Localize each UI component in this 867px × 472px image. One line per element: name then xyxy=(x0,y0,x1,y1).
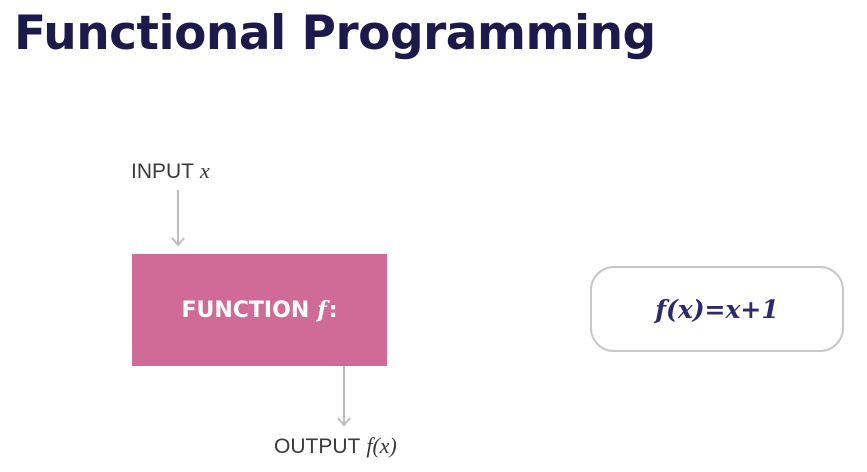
input-label: INPUT x xyxy=(131,158,210,184)
input-label-text: INPUT xyxy=(131,160,194,183)
output-variable: f(x) xyxy=(366,433,397,458)
function-box: FUNCTION f: xyxy=(132,254,387,366)
output-label: OUTPUT f(x) xyxy=(274,433,397,459)
input-variable: x xyxy=(200,158,210,183)
formula-card: f(x)=x+1 xyxy=(590,266,844,352)
function-variable: f xyxy=(317,297,327,323)
function-box-label: FUNCTION xyxy=(181,297,310,323)
output-arrow xyxy=(337,366,351,427)
slide-title: Functional Programming xyxy=(14,6,656,61)
input-arrow xyxy=(171,190,185,247)
function-colon: : xyxy=(328,297,338,323)
formula-text: f(x)=x+1 xyxy=(655,294,779,324)
output-label-text: OUTPUT xyxy=(274,435,361,458)
